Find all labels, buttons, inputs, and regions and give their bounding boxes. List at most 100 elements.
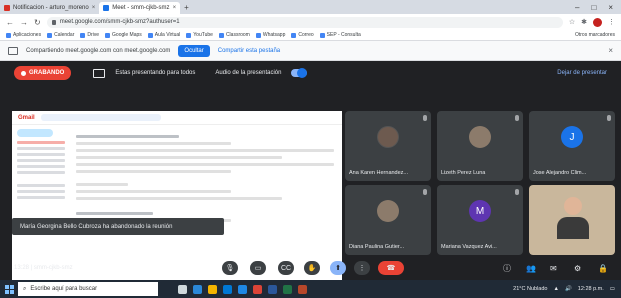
mic-icon[interactable]: 🎙 [222, 261, 238, 275]
screen: Notificacion - arturo_moreno × Meet - sm… [0, 0, 621, 298]
share-tab-link[interactable]: Compartir esta pestaña [218, 48, 280, 54]
participant-camera-tile[interactable] [529, 185, 615, 255]
avatar [377, 200, 399, 222]
gmail-logo: Gmail [18, 114, 35, 121]
participant-name: Diana Paulina Gutier... [349, 244, 405, 250]
menu-icon[interactable]: ⋮ [608, 18, 615, 26]
participant-tile[interactable]: Diana Paulina Gutier... [345, 185, 431, 255]
bookmark-item[interactable]: Drive [80, 32, 99, 38]
reload-icon[interactable]: ↻ [34, 18, 41, 27]
bookmark-item[interactable]: Google Maps [105, 32, 142, 38]
lock-icon[interactable]: 🔒 [598, 264, 608, 273]
new-tab-button[interactable]: + [184, 3, 189, 12]
participant-name: Ana Karen Hernandez... [349, 170, 409, 176]
taskbar-search[interactable]: ⌕ Escribe aquí para buscar [18, 282, 158, 296]
notifications-icon[interactable]: ▭ [610, 286, 615, 292]
bookmark-label: Drive [87, 32, 100, 38]
volume-icon[interactable]: 🔊 [565, 286, 572, 292]
url-field[interactable]: meet.google.com/smm-cjkb-smz?authuser=1 [46, 16, 563, 28]
leave-call-button[interactable]: ☎ [378, 261, 404, 275]
stop-presenting-button[interactable]: Dejar de presentar [557, 70, 607, 76]
back-icon[interactable]: ← [6, 18, 14, 27]
captions-icon[interactable]: CC [278, 261, 294, 275]
bookmark-item[interactable]: SEP - Consulta [319, 32, 361, 38]
mail-icon[interactable] [238, 284, 247, 294]
bookmark-item[interactable]: Calendar [47, 32, 74, 38]
sidebar-line [17, 184, 65, 187]
participant-tile[interactable]: M Mariana Vazquez Avi... [437, 185, 523, 255]
people-icon[interactable]: 👥 [526, 264, 536, 273]
sidebar-line [17, 190, 65, 193]
presentation-audio-toggle[interactable] [291, 68, 308, 78]
star-icon[interactable]: ☆ [569, 18, 575, 26]
minimize-icon[interactable]: – [575, 3, 579, 12]
hide-button[interactable]: Ocultar [178, 44, 210, 57]
message-line [76, 212, 154, 215]
participant-tile[interactable]: Lizeth Perez Luna [437, 111, 523, 181]
tab-label: Notificacion - arturo_moreno [13, 5, 89, 11]
bookmark-item[interactable]: Aplicaciones [6, 32, 41, 38]
participant-tile[interactable]: Ana Karen Hernandez... [345, 111, 431, 181]
bookmark-icon [319, 32, 325, 38]
system-tray: 21°C Nublado ▲ 🔊 12:28 p.m. ▭ [513, 286, 621, 292]
bookmark-icon [186, 32, 192, 38]
present-screen-icon [93, 68, 106, 78]
mic-off-icon [515, 115, 519, 121]
close-tab-icon[interactable]: × [173, 5, 177, 11]
close-icon[interactable]: × [608, 46, 613, 55]
meet-favicon-icon [103, 5, 110, 11]
extensions-icon[interactable]: ✱ [581, 18, 587, 26]
bookmark-item[interactable]: Correo [291, 32, 314, 38]
start-button[interactable] [0, 280, 18, 298]
present-icon[interactable]: ⬆ [330, 261, 346, 275]
activities-icon[interactable]: ⚙ [574, 264, 581, 273]
sharing-infobar: Compartiendo meet.google.com con meet.go… [0, 41, 621, 61]
windows-icon [4, 284, 14, 294]
bookmark-item[interactable]: Whatsapp [255, 32, 286, 38]
info-icon[interactable]: ⓘ [503, 263, 511, 274]
chat-icon[interactable]: ✉ [550, 264, 557, 273]
file-explorer-icon[interactable] [208, 284, 217, 294]
more-options-icon[interactable]: ⋮ [354, 261, 370, 275]
bookmark-label: Aplicaciones [13, 32, 42, 38]
mic-off-icon [423, 115, 427, 121]
participant-tile[interactable]: J Jose Alejandro Clim... [529, 111, 615, 181]
tab-notificacion[interactable]: Notificacion - arturo_moreno × [0, 2, 99, 14]
sharing-text: Compartiendo meet.google.com con meet.go… [26, 47, 171, 54]
bookmark-item[interactable]: Aula Virtual [147, 32, 180, 38]
mic-off-icon [423, 189, 427, 195]
tab-meet[interactable]: Meet - smm-cjkb-smz × [99, 2, 181, 14]
edge-icon[interactable] [193, 284, 202, 294]
network-icon[interactable]: ▲ [553, 286, 558, 292]
meet-controls: 13:28 | smm-cjkb-smz 🎙 ▭ CC ✋ ⬆ ⋮ ☎ ⓘ 👥 … [0, 257, 621, 279]
camera-icon[interactable]: ▭ [250, 261, 266, 275]
url-text: meet.google.com/smm-cjkb-smz?authuser=1 [59, 19, 180, 25]
word-icon[interactable] [268, 284, 277, 294]
bookmark-label: Google Maps [112, 32, 142, 38]
clock[interactable]: 12:28 p.m. [578, 286, 604, 292]
bookmark-label: SEP - Consulta [326, 32, 361, 38]
close-window-icon[interactable]: × [608, 3, 613, 12]
powerpoint-icon[interactable] [298, 284, 307, 294]
store-icon[interactable] [223, 284, 232, 294]
bookmark-icon [47, 32, 53, 38]
bookmark-icon [218, 32, 224, 38]
address-bar: ← → ↻ meet.google.com/smm-cjkb-smz?authu… [0, 14, 621, 30]
participant-name: Mariana Vazquez Avi... [441, 244, 497, 250]
bookmark-item[interactable]: YouTube [186, 32, 213, 38]
message-line [76, 190, 231, 193]
raise-hand-icon[interactable]: ✋ [304, 261, 320, 275]
bookmark-icon [255, 32, 261, 38]
close-tab-icon[interactable]: × [92, 5, 96, 11]
bookmark-label: Whatsapp [262, 32, 286, 38]
other-bookmarks[interactable]: Otros marcadores [575, 32, 615, 38]
search-placeholder: Escribe aquí para buscar [30, 286, 98, 292]
task-view-icon[interactable] [178, 284, 187, 294]
bookmark-icon [80, 32, 86, 38]
forward-icon[interactable]: → [20, 18, 28, 27]
maximize-icon[interactable]: □ [591, 3, 596, 12]
excel-icon[interactable] [283, 284, 292, 294]
chrome-icon[interactable] [253, 284, 262, 294]
bookmark-item[interactable]: Classroom [218, 32, 250, 38]
profile-avatar[interactable] [593, 17, 602, 27]
